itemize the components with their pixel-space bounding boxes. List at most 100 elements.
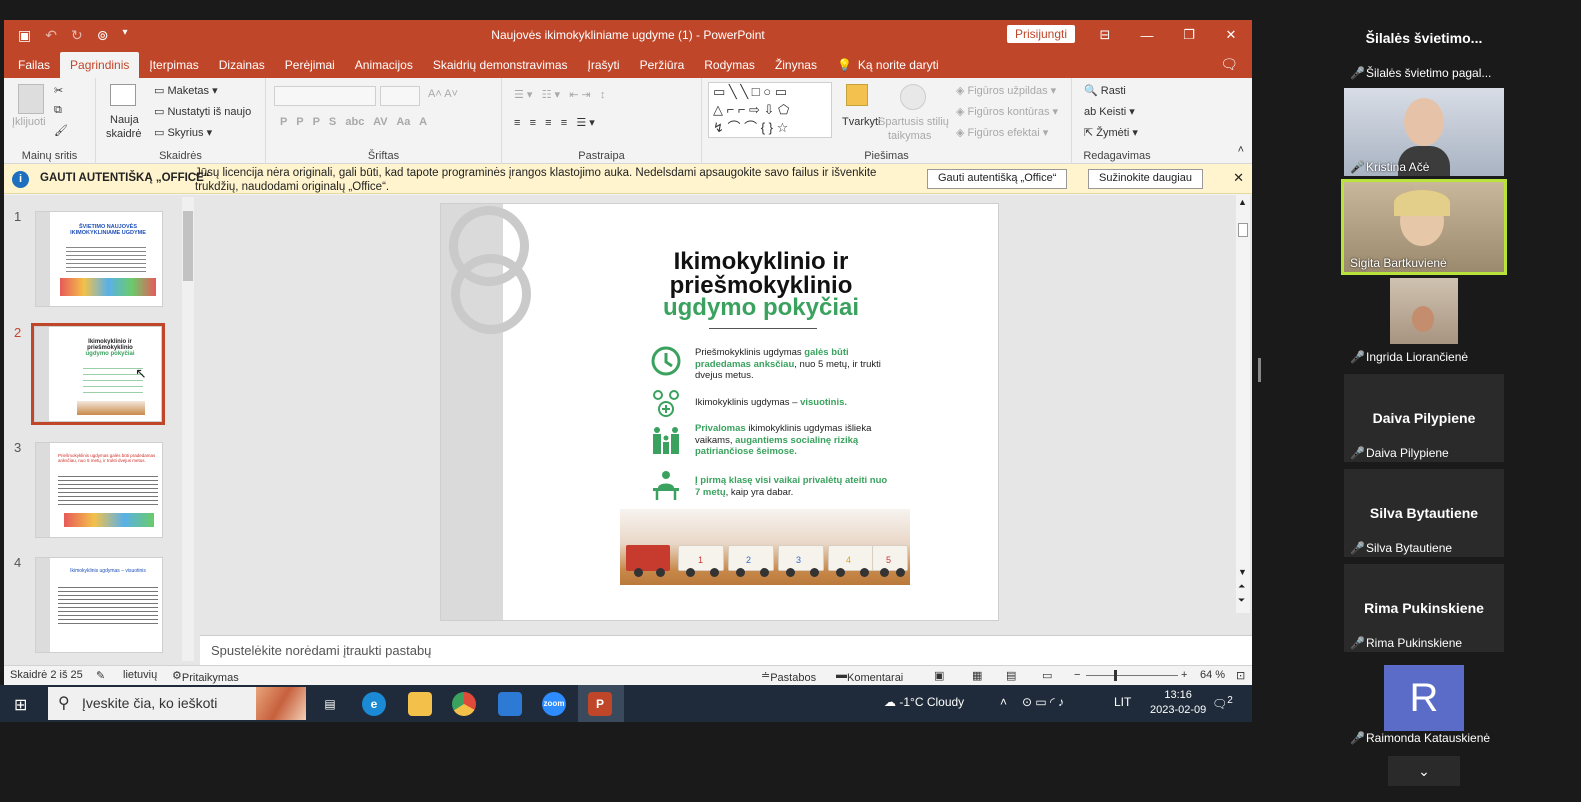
cut-icon[interactable]: ✂: [54, 84, 63, 97]
slide-thumbnail-4[interactable]: Ikimokyklinis ugdymas – visuotinis: [35, 557, 163, 653]
notes-toggle[interactable]: ≐ Pastabos: [761, 669, 816, 684]
slide-thumbnail-3[interactable]: Priešmokyklinis ugdymas galės būti prade…: [35, 442, 163, 538]
slide-thumbnail-2[interactable]: Ikimokyklinio ir priešmokyklinio ugdymo …: [31, 323, 165, 425]
list-icons[interactable]: ☰ ▾ ☷ ▾ ⇤ ⇥ ↕: [514, 88, 605, 101]
copy-icon[interactable]: ⧉: [54, 104, 62, 117]
tab-animations[interactable]: Animacijos: [345, 52, 423, 78]
fit-slide-icon[interactable]: ⊡: [1236, 669, 1245, 682]
zoom-out-icon[interactable]: −: [1074, 669, 1080, 681]
reading-view-icon[interactable]: ▤: [1006, 669, 1016, 682]
windows-start-icon[interactable]: ⊞: [14, 695, 27, 715]
participant-tile[interactable]: Rima Pukinskiene 🎤 Rima Pukinskiene: [1344, 564, 1504, 652]
powerpoint-taskbar-active[interactable]: P: [578, 685, 624, 722]
participant-tile[interactable]: Daiva Pilypiene 🎤 Daiva Pilypiene: [1344, 374, 1504, 462]
shape-effects-button[interactable]: ◈ Figūros efektai ▾: [956, 126, 1048, 139]
scroll-down-icon[interactable]: ▼: [1238, 567, 1247, 577]
zoom-in-icon[interactable]: +: [1181, 669, 1187, 681]
shape-outline-button[interactable]: ◈ Figūros kontūras ▾: [956, 105, 1058, 118]
find-button[interactable]: 🔍 Rasti: [1084, 84, 1126, 97]
arrange-button[interactable]: Tvarkyti: [842, 116, 881, 128]
file-explorer-icon[interactable]: [408, 692, 432, 716]
notifications-icon[interactable]: 🗨2: [1212, 695, 1233, 711]
ribbon-display-icon[interactable]: ⊟: [1084, 20, 1126, 50]
reset-button[interactable]: ▭ Nustatyti iš naujo: [154, 105, 251, 118]
new-slide-icon[interactable]: [110, 84, 136, 106]
get-genuine-button[interactable]: Gauti autentišką „Office“: [927, 169, 1068, 189]
tab-record[interactable]: Įrašyti: [578, 52, 630, 78]
tab-view[interactable]: Rodymas: [694, 52, 765, 78]
slideshow-view-icon[interactable]: ▭: [1042, 669, 1052, 682]
shape-fill-button[interactable]: ◈ Figūros užpildas ▾: [956, 84, 1056, 97]
notes-pane[interactable]: Spustelėkite norėdami įtraukti pastabų: [200, 635, 1252, 665]
font-name-select[interactable]: [274, 86, 376, 106]
paste-button[interactable]: Įklijuoti: [12, 116, 46, 128]
thumbnails-scrollbar[interactable]: [182, 197, 194, 661]
signin-button[interactable]: Prisijungti: [1007, 25, 1076, 43]
tab-file[interactable]: Failas: [8, 52, 60, 78]
font-format-icons[interactable]: P P P S abc AV Aa A: [280, 116, 427, 128]
learn-more-button[interactable]: Sužinokite daugiau: [1088, 169, 1203, 189]
tab-home[interactable]: Pagrindinis: [60, 52, 140, 78]
tray-chevron-icon[interactable]: ˄: [1000, 695, 1007, 709]
panel-resize-handle[interactable]: [1258, 358, 1261, 382]
restore-icon[interactable]: ❐: [1168, 20, 1210, 50]
chevron-down-icon[interactable]: ⌄: [1388, 756, 1460, 786]
new-slide-button[interactable]: Nauja: [110, 114, 139, 126]
align-icons[interactable]: ≡ ≡ ≡ ≡ ☰ ▾: [514, 116, 595, 129]
layout-button[interactable]: ▭ Maketas ▾: [154, 84, 218, 97]
close-icon[interactable]: ✕: [1210, 20, 1252, 50]
quick-styles-icon[interactable]: [900, 84, 926, 110]
participant-video[interactable]: 🎤 Ingrida Liorančienė: [1344, 278, 1504, 366]
taskbar-search[interactable]: ⚲ Įveskite čia, ko ieškoti: [48, 687, 306, 720]
participant-video[interactable]: 🎤 Kristina Ačė: [1344, 88, 1504, 176]
font-size-select[interactable]: [380, 86, 420, 106]
shapes-gallery[interactable]: ▭ ╲ ╲ □ ○ ▭ △ ⌐ ⌐ ⇨ ⇩ ⬠ ↯ ⌒ ⌒ { } ☆: [708, 82, 832, 138]
arrange-icon[interactable]: [846, 84, 868, 106]
tab-design[interactable]: Dizainas: [209, 52, 275, 78]
participant-video-speaking[interactable]: Sigita Bartkuvienė: [1341, 179, 1507, 275]
zoom-app-icon[interactable]: zoom: [542, 692, 566, 716]
minimize-icon[interactable]: —: [1126, 20, 1168, 50]
slide-thumbnail-1[interactable]: ŠVIETIMO NAUJOVĖS IKIMOKYKLINIAME UGDYME: [35, 211, 163, 307]
tell-me-box[interactable]: 💡 Ką norite daryti: [827, 52, 949, 78]
paste-icon[interactable]: [18, 84, 44, 114]
spellcheck-icon[interactable]: ✎: [96, 669, 105, 682]
slide-sorter-icon[interactable]: ▦: [972, 669, 982, 682]
photos-icon[interactable]: [498, 692, 522, 716]
participant-tile[interactable]: R 🎤 Raimonda Katauskienė: [1344, 659, 1504, 747]
tab-transitions[interactable]: Perėjimai: [275, 52, 345, 78]
tab-slideshow[interactable]: Skaidrių demonstravimas: [423, 52, 578, 78]
editor-scrollbar[interactable]: ▲ ▼ ⏶ ⏷: [1236, 195, 1250, 613]
participant-tile[interactable]: Silva Bytautiene 🎤 Silva Bytautiene: [1344, 469, 1504, 557]
zoom-slider[interactable]: [1086, 670, 1178, 681]
comments-toggle[interactable]: ▬ Komentarai: [836, 669, 903, 684]
tab-insert[interactable]: Įterpimas: [139, 52, 208, 78]
task-view-icon[interactable]: ▤: [318, 692, 342, 716]
weather-widget[interactable]: ☁ -1°C Cloudy: [884, 695, 964, 709]
participant-tile[interactable]: 🎤 Šilalės švietimo pagal...: [1344, 62, 1504, 84]
normal-view-icon[interactable]: ▣: [934, 669, 944, 682]
current-slide[interactable]: Ikimokyklinio ir priešmokyklinio ugdymo …: [440, 203, 999, 621]
language-status[interactable]: lietuvių: [123, 669, 157, 681]
quick-styles-button[interactable]: Spartusis stilių: [878, 116, 949, 128]
close-infobar-icon[interactable]: ✕: [1233, 170, 1244, 186]
tab-review[interactable]: Peržiūra: [630, 52, 695, 78]
section-button[interactable]: ▭ Skyrius ▾: [154, 126, 212, 139]
font-grow-icon[interactable]: A˄ A˅: [428, 88, 458, 100]
accessibility-status[interactable]: ⚙ Pritaikymas neįgaliesiems: peržiūrėkit…: [172, 669, 252, 685]
replace-button[interactable]: ab Keisti ▾: [1084, 105, 1135, 118]
next-slide-icon[interactable]: ⏷: [1238, 595, 1245, 606]
chrome-icon[interactable]: [452, 692, 476, 716]
tab-help[interactable]: Žinynas: [765, 52, 827, 78]
tray-icons[interactable]: ⊙ ▭ ◜ ♪: [1022, 695, 1064, 709]
format-painter-icon[interactable]: 🖌: [54, 124, 68, 137]
scroll-up-icon[interactable]: ▲: [1238, 197, 1247, 207]
comments-icon[interactable]: 🗨: [1220, 56, 1238, 73]
clock[interactable]: 13:16 2023-02-09: [1150, 688, 1206, 718]
prev-slide-icon[interactable]: ⏶: [1238, 581, 1245, 592]
select-button[interactable]: ⇱ Žymėti ▾: [1084, 126, 1138, 139]
edge-icon[interactable]: e: [362, 692, 386, 716]
zoom-level[interactable]: 64 %: [1200, 669, 1225, 681]
collapse-ribbon-icon[interactable]: ˄: [1238, 144, 1244, 156]
input-language[interactable]: LIT: [1114, 695, 1131, 709]
